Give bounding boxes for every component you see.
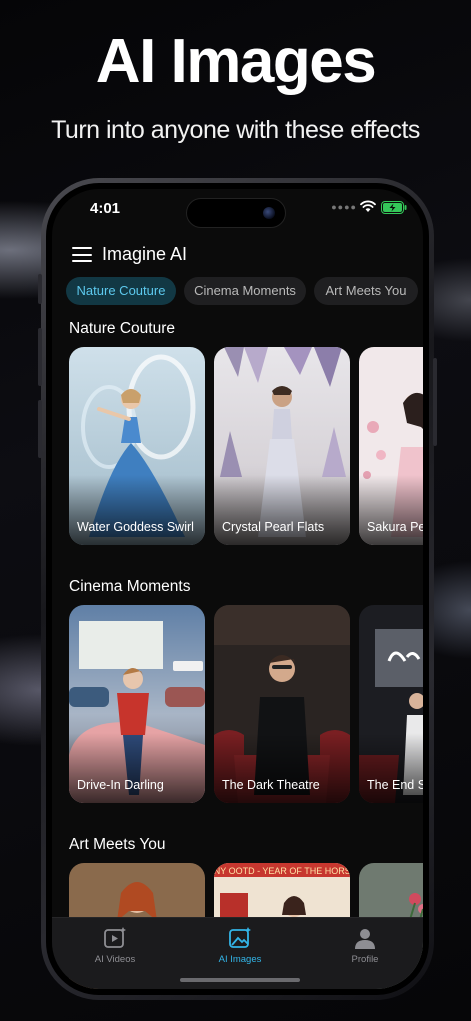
tab-ai-videos[interactable]: AI Videos [55, 918, 175, 989]
front-camera-icon [263, 207, 275, 219]
person-icon [355, 929, 375, 949]
card-label: The End Sc [367, 778, 423, 792]
tab-label: AI Images [218, 954, 262, 965]
app-title: Imagine AI [102, 244, 188, 264]
effect-card-the-end-scene[interactable]: The End Sc [359, 605, 423, 803]
app-header: Imagine AI [52, 233, 423, 277]
hamburger-menu-icon[interactable] [72, 247, 92, 263]
phone-power-button [433, 358, 437, 446]
bottom-tab-bar: AI Videos AI Images Profile [52, 917, 423, 989]
image-sparkle-icon [229, 927, 251, 948]
video-sparkle-icon [104, 927, 126, 948]
wifi-icon [360, 200, 376, 212]
effect-card-sakura-petals[interactable]: Sakura Peta [359, 347, 423, 545]
status-bar: 4:01 ●●●● [52, 189, 423, 233]
cellular-signal-icon: ●●●● [331, 202, 357, 212]
phone-frame: 4:01 ●●●● Imagine AI Nature Couture Cine… [38, 178, 437, 1000]
cny-ootd-banner-text: CNY OOTD - YEAR OF THE HORSE [214, 866, 350, 876]
dynamic-island [186, 198, 286, 228]
chip-nature-couture[interactable]: Nature Couture [66, 277, 176, 305]
promo-subtitle: Turn into anyone with these effects [51, 116, 420, 144]
section-title-cinema-moments: Cinema Moments [69, 578, 191, 595]
card-label: Water Goddess Swirl [77, 520, 194, 534]
chip-art-meets-you[interactable]: Art Meets You [314, 277, 418, 305]
effect-card-dark-theatre[interactable]: The Dark Theatre [214, 605, 350, 803]
phone-action-button [38, 274, 42, 304]
tab-label: Profile [351, 954, 379, 965]
promo-screen: AI Images Turn into anyone with these ef… [0, 0, 471, 1021]
section-title-art-meets-you: Art Meets You [69, 836, 166, 853]
phone-volume-down-button [38, 400, 42, 458]
card-label: Drive-In Darling [77, 778, 164, 792]
card-label: The Dark Theatre [222, 778, 320, 792]
app-screen: 4:01 ●●●● Imagine AI Nature Couture Cine… [52, 189, 423, 989]
home-indicator[interactable] [180, 978, 300, 982]
effect-card-crystal-pearl[interactable]: Crystal Pearl Flats [214, 347, 350, 545]
section-title-nature-couture: Nature Couture [69, 320, 175, 337]
tab-label: AI Videos [94, 954, 136, 965]
card-label: Crystal Pearl Flats [222, 520, 325, 534]
card-label: Sakura Peta [367, 520, 423, 534]
status-time: 4:01 [90, 200, 121, 217]
tab-profile[interactable]: Profile [305, 918, 423, 989]
phone-volume-up-button [38, 328, 42, 386]
battery-charging-icon [381, 201, 407, 214]
promo-title: AI Images [95, 27, 377, 96]
effect-card-water-goddess[interactable]: Water Goddess Swirl [69, 347, 205, 545]
effect-card-drive-in-darling[interactable]: Drive-In Darling [69, 605, 205, 803]
chip-cinema-moments[interactable]: Cinema Moments [184, 277, 306, 305]
